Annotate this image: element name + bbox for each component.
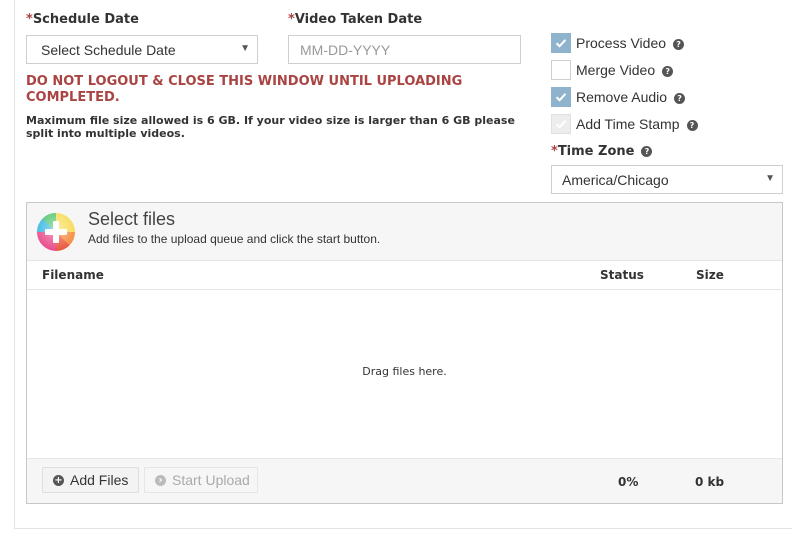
checkmark-icon [555, 39, 567, 48]
file-uploader: Select files Add files to the upload que… [26, 202, 783, 504]
question-circle-icon[interactable]: ? [686, 120, 698, 131]
add-time-stamp-label: Add Time Stamp [576, 116, 680, 132]
video-taken-date-input[interactable]: MM-DD-YYYY [288, 35, 521, 64]
total-status: 0% [618, 475, 639, 489]
add-time-stamp-checkbox [551, 114, 571, 134]
column-status: Status [600, 268, 644, 282]
rainbow-plus-icon[interactable] [36, 212, 76, 252]
plus-circle-icon: + [53, 475, 64, 486]
time-zone-select[interactable]: America/Chicago ▼ [551, 165, 783, 194]
remove-audio-label: Remove Audio [576, 89, 668, 105]
arrow-circle-right-icon: › [155, 475, 166, 486]
caret-down-icon: ▼ [765, 173, 775, 184]
drop-zone-text: Drag files here. [362, 365, 447, 378]
question-circle-icon[interactable]: ? [674, 93, 686, 104]
remove-audio-checkbox[interactable] [551, 87, 571, 107]
question-circle-icon[interactable]: ? [641, 146, 653, 157]
caret-down-icon: ▼ [240, 43, 250, 54]
total-size: 0 kb [695, 475, 725, 489]
checkmark-icon [555, 120, 567, 129]
add-files-button[interactable]: + Add Files [42, 467, 139, 493]
schedule-date-select[interactable]: Select Schedule Date ▼ [26, 35, 258, 64]
video-taken-date-placeholder: MM-DD-YYYY [300, 42, 391, 58]
uploader-title: Select files [88, 209, 176, 229]
uploader-header: Select files Add files to the upload que… [27, 203, 782, 261]
required-mark: * [551, 144, 558, 159]
schedule-date-label: *Schedule Date [26, 12, 139, 27]
video-taken-date-label: *Video Taken Date [288, 12, 423, 27]
question-circle-icon[interactable]: ? [673, 39, 685, 50]
question-circle-icon[interactable]: ? [662, 66, 674, 77]
upload-warning: DO NOT LOGOUT & CLOSE THIS WINDOW UNTIL … [26, 74, 463, 105]
time-zone-value: America/Chicago [562, 172, 669, 188]
time-zone-label: *Time Zone? [551, 144, 653, 159]
merge-video-label: Merge Video [576, 62, 656, 78]
uploader-footer: + Add Files › Start Upload 0% 0 kb [27, 458, 782, 503]
column-size: Size [696, 268, 724, 282]
header-divider [27, 289, 782, 290]
schedule-date-value: Select Schedule Date [41, 42, 176, 58]
required-mark: * [26, 12, 33, 27]
process-video-checkbox[interactable] [551, 33, 571, 53]
start-upload-button[interactable]: › Start Upload [144, 467, 258, 493]
merge-video-checkbox[interactable] [551, 60, 571, 80]
file-size-note: Maximum file size allowed is 6 GB. If yo… [26, 114, 515, 140]
column-filename: Filename [42, 268, 104, 282]
uploader-subtitle: Add files to the upload queue and click … [88, 232, 381, 246]
process-video-label: Process Video [576, 35, 667, 51]
required-mark: * [288, 12, 295, 27]
checkmark-icon [555, 93, 567, 102]
